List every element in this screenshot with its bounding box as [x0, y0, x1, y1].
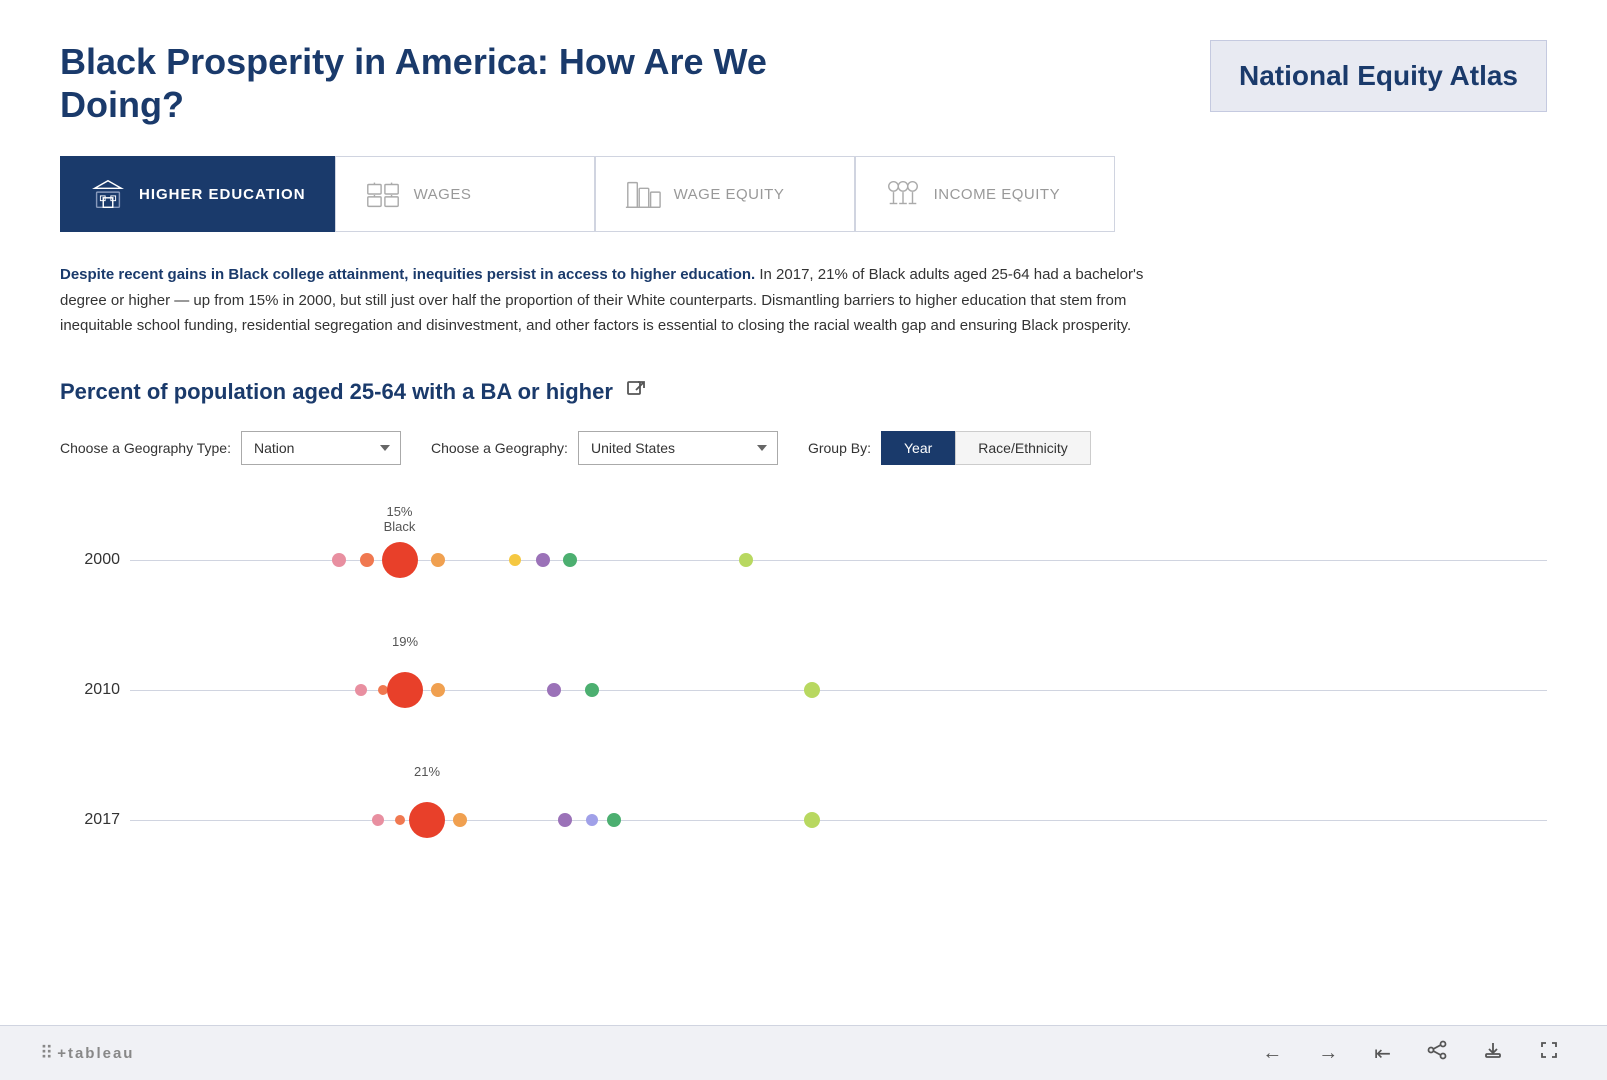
wage-equity-icon — [624, 175, 662, 213]
chart-area: 200015%Black201019%201721% — [60, 495, 1547, 875]
group-by-ethnicity-button[interactable]: Race/Ethnicity — [955, 431, 1090, 465]
dot-2017-1[interactable] — [395, 815, 405, 825]
higher-education-icon — [89, 175, 127, 213]
group-by-year-button[interactable]: Year — [881, 431, 955, 465]
footer: ⠿ +tableau ← → ⇤ — [0, 1025, 1607, 1080]
dot-2017-5[interactable] — [586, 814, 598, 826]
tableau-grid-icon: ⠿ — [40, 1043, 53, 1064]
brand-box: National Equity Atlas — [1210, 40, 1547, 112]
dot-2010-5[interactable] — [585, 683, 599, 697]
geography-type-label: Choose a Geography Type: — [60, 440, 231, 456]
tableau-text: +tableau — [57, 1045, 134, 1062]
row-line-2010 — [130, 690, 1547, 691]
footer-next-button[interactable]: → — [1310, 1038, 1346, 1069]
tooltip-2017: 21% — [414, 764, 440, 779]
dot-2017-6[interactable] — [607, 813, 621, 827]
footer-share-button[interactable] — [1419, 1036, 1455, 1070]
wages-icon — [364, 175, 402, 213]
brand-title: National Equity Atlas — [1239, 59, 1518, 93]
tab-wage-equity-label: WAGE EQUITY — [674, 186, 785, 203]
dot-2000-0[interactable] — [332, 553, 346, 567]
tooltip-2000: 15%Black — [384, 504, 416, 534]
tab-income-equity[interactable]: INCOME EQUITY — [855, 156, 1115, 232]
dot-2010-3[interactable] — [431, 683, 445, 697]
dot-2000-3[interactable] — [431, 553, 445, 567]
group-by-buttons: Year Race/Ethnicity — [881, 431, 1091, 465]
dot-2000-7[interactable] — [739, 553, 753, 567]
geography-label: Choose a Geography: — [431, 440, 568, 456]
year-label-2000: 2000 — [65, 551, 120, 569]
chart-row-2000: 200015%Black — [130, 505, 1547, 615]
chart-title-row: Percent of population aged 25-64 with a … — [60, 379, 1547, 406]
description-bold: Despite recent gains in Black college at… — [60, 266, 755, 283]
dot-2017-2[interactable]: 21% — [409, 802, 445, 838]
dot-2000-4[interactable] — [509, 554, 521, 566]
dot-2010-6[interactable] — [804, 682, 820, 698]
geography-type-select[interactable]: Nation — [241, 431, 401, 465]
header: Black Prosperity in America: How Are We … — [60, 40, 1547, 126]
page-title: Black Prosperity in America: How Are We … — [60, 40, 810, 126]
dot-2017-7[interactable] — [804, 812, 820, 828]
footer-download-button[interactable] — [1475, 1036, 1511, 1070]
tab-wage-equity[interactable]: WAGE EQUITY — [595, 156, 855, 232]
chart-row-2010: 201019% — [130, 635, 1547, 745]
controls-row: Choose a Geography Type: Nation Choose a… — [60, 431, 1547, 465]
tab-higher-education[interactable]: HIGHER EDUCATION — [60, 156, 335, 232]
dot-2017-4[interactable] — [558, 813, 572, 827]
tab-wages-label: WAGES — [414, 186, 472, 203]
dot-2000-5[interactable] — [536, 553, 550, 567]
dot-2017-3[interactable] — [453, 813, 467, 827]
footer-nav: ← → ⇤ — [1254, 1036, 1567, 1070]
geography-control: Choose a Geography: United States — [431, 431, 778, 465]
group-by-control: Group By: Year Race/Ethnicity — [808, 431, 1091, 465]
dot-2000-2[interactable]: 15%Black — [382, 542, 418, 578]
group-by-label: Group By: — [808, 440, 871, 456]
tab-higher-education-label: HIGHER EDUCATION — [139, 186, 306, 203]
dot-2010-0[interactable] — [355, 684, 367, 696]
nav-tabs: HIGHER EDUCATION WAGES WAGE EQUI — [60, 156, 1547, 232]
year-label-2010: 2010 — [65, 681, 120, 699]
dot-2017-0[interactable] — [372, 814, 384, 826]
footer-fullscreen-button[interactable] — [1531, 1036, 1567, 1070]
dot-2010-2[interactable]: 19% — [387, 672, 423, 708]
chart-title: Percent of population aged 25-64 with a … — [60, 379, 613, 405]
tab-wages[interactable]: WAGES — [335, 156, 595, 232]
chart-section: Percent of population aged 25-64 with a … — [60, 379, 1547, 875]
income-equity-icon — [884, 175, 922, 213]
tableau-logo: ⠿ +tableau — [40, 1043, 134, 1064]
geography-select[interactable]: United States — [578, 431, 778, 465]
chart-row-2017: 201721% — [130, 765, 1547, 875]
year-label-2017: 2017 — [65, 811, 120, 829]
dot-2000-1[interactable] — [360, 553, 374, 567]
main-container: Black Prosperity in America: How Are We … — [0, 0, 1607, 915]
footer-prev-button[interactable]: ← — [1254, 1038, 1290, 1069]
dot-2010-4[interactable] — [547, 683, 561, 697]
tab-income-equity-label: INCOME EQUITY — [934, 186, 1061, 203]
description-text: Despite recent gains in Black college at… — [60, 262, 1160, 339]
tooltip-2010: 19% — [392, 634, 418, 649]
dot-2000-6[interactable] — [563, 553, 577, 567]
footer-first-button[interactable]: ⇤ — [1366, 1037, 1399, 1070]
external-link-icon[interactable] — [625, 379, 647, 406]
geography-type-control: Choose a Geography Type: Nation — [60, 431, 401, 465]
row-line-2017 — [130, 820, 1547, 821]
